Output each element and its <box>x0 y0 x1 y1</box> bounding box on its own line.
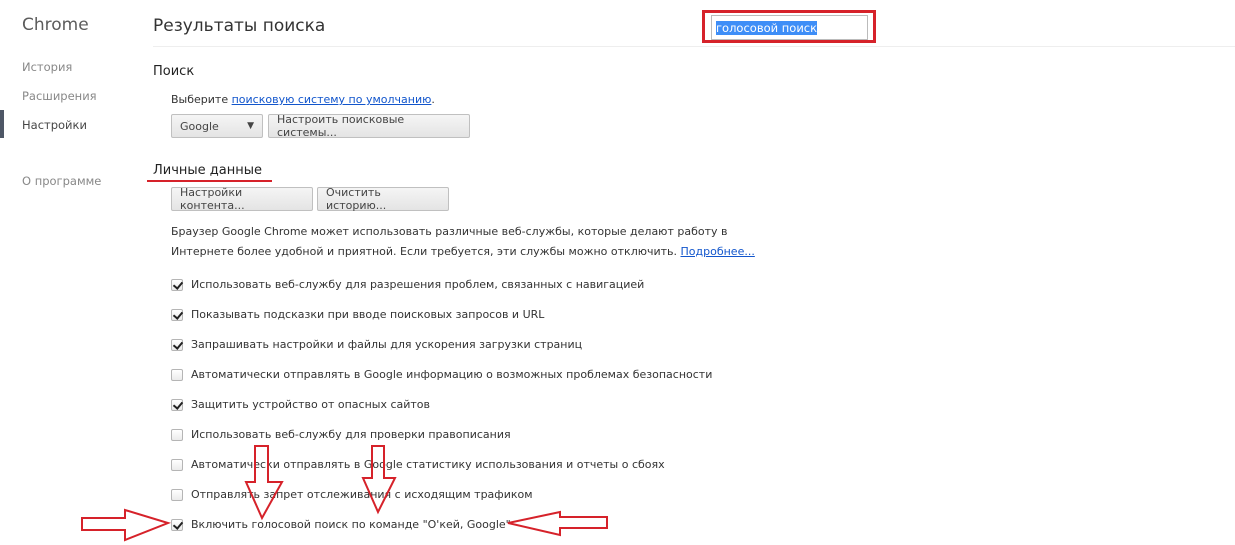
annotation-arrows <box>81 445 608 542</box>
arrow-down-annotation <box>244 445 284 521</box>
arrow-left-annotation <box>507 510 608 537</box>
arrow-right-annotation <box>81 508 172 542</box>
arrow-down-annotation <box>361 445 397 515</box>
